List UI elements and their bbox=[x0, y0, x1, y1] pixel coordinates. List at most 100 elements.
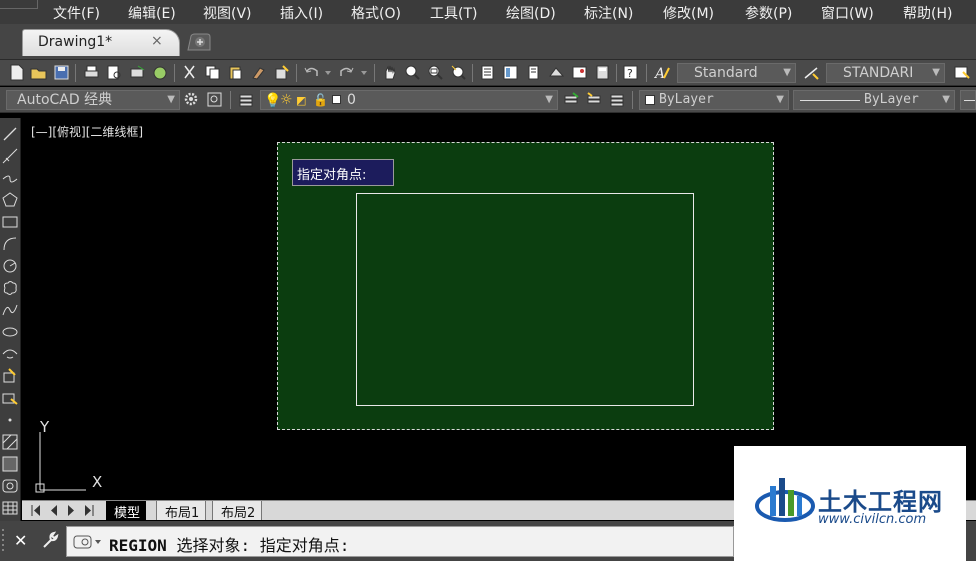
design-center-icon[interactable] bbox=[502, 64, 519, 81]
color-control-select[interactable]: ByLayer ▼ bbox=[639, 90, 789, 110]
new-file-icon[interactable] bbox=[8, 64, 25, 81]
spline-icon[interactable] bbox=[1, 301, 19, 319]
close-icon[interactable]: ✕ bbox=[14, 531, 27, 550]
viewport-controls-label[interactable]: [—][俯视][二维线框] bbox=[31, 123, 143, 140]
layer-properties-icon[interactable] bbox=[238, 91, 255, 108]
point-icon[interactable] bbox=[1, 411, 19, 429]
match-properties-icon[interactable] bbox=[250, 64, 267, 81]
redo-dropdown-icon[interactable] bbox=[356, 64, 373, 81]
tab-close-icon[interactable]: × bbox=[151, 33, 163, 49]
ellipse-icon[interactable] bbox=[1, 323, 19, 341]
dimension-style-icon[interactable] bbox=[803, 64, 820, 81]
toolbar-divider bbox=[75, 64, 76, 82]
menu-insert[interactable]: 插入(I) bbox=[280, 3, 323, 23]
menu-tools[interactable]: 工具(T) bbox=[430, 3, 477, 23]
cut-icon[interactable] bbox=[181, 64, 198, 81]
zoom-previous-icon[interactable] bbox=[450, 64, 467, 81]
undo-dropdown-icon[interactable] bbox=[320, 64, 337, 81]
tab-layout2[interactable]: 布局2 bbox=[212, 501, 263, 521]
drag-handle-icon[interactable] bbox=[0, 527, 6, 555]
text-style-icon[interactable]: A bbox=[654, 64, 671, 81]
rectangle-icon[interactable] bbox=[1, 213, 19, 231]
linetype-control-select[interactable]: ByLayer ▼ bbox=[793, 90, 955, 110]
dimension-style-select[interactable]: STANDARI ▼ bbox=[826, 63, 945, 83]
open-file-icon[interactable] bbox=[30, 64, 47, 81]
toolbar-divider bbox=[646, 64, 647, 82]
hatch-icon[interactable] bbox=[1, 433, 19, 451]
zoom-realtime-icon[interactable] bbox=[404, 64, 421, 81]
lineweight-control-select[interactable] bbox=[960, 90, 976, 110]
polygon-icon[interactable] bbox=[1, 191, 19, 209]
table-style-icon[interactable] bbox=[953, 64, 970, 81]
text-style-select[interactable]: Standard ▼ bbox=[677, 63, 796, 83]
civilcn-logo-icon bbox=[755, 478, 815, 522]
layer-state-icon[interactable] bbox=[609, 91, 626, 108]
rectangle-object[interactable] bbox=[356, 193, 694, 406]
print-icon[interactable] bbox=[83, 64, 100, 81]
copy-icon[interactable] bbox=[204, 64, 221, 81]
last-layout-icon[interactable] bbox=[83, 503, 96, 518]
first-layout-icon[interactable] bbox=[29, 503, 42, 518]
menu-file[interactable]: 文件(F) bbox=[53, 3, 100, 23]
menu-view[interactable]: 视图(V) bbox=[203, 3, 252, 23]
block-editor-icon[interactable] bbox=[273, 64, 290, 81]
publish-icon[interactable] bbox=[129, 64, 146, 81]
workspace-config-icon[interactable] bbox=[206, 91, 223, 108]
sheet-set-icon[interactable] bbox=[548, 64, 565, 81]
recent-commands-icon[interactable] bbox=[73, 533, 103, 551]
zoom-window-icon[interactable] bbox=[427, 64, 444, 81]
color-value: ByLayer bbox=[659, 92, 714, 107]
revision-cloud-icon[interactable] bbox=[1, 279, 19, 297]
markup-icon[interactable] bbox=[571, 64, 588, 81]
command-input[interactable]: REGION 选择对象: 指定对角点: bbox=[66, 526, 734, 557]
tab-layout1[interactable]: 布局1 bbox=[156, 501, 207, 521]
make-layer-current-icon[interactable] bbox=[563, 91, 580, 108]
previous-layout-icon[interactable] bbox=[47, 503, 60, 518]
save-icon[interactable] bbox=[53, 64, 70, 81]
help-icon[interactable]: ? bbox=[622, 64, 639, 81]
line-icon[interactable] bbox=[1, 125, 19, 143]
make-block-icon[interactable] bbox=[1, 389, 19, 407]
menu-format[interactable]: 格式(O) bbox=[351, 3, 401, 23]
calculator-icon[interactable] bbox=[594, 64, 611, 81]
insert-block-icon[interactable] bbox=[1, 367, 19, 385]
ellipse-arc-icon[interactable] bbox=[1, 345, 19, 363]
wrench-icon[interactable] bbox=[40, 530, 60, 550]
properties-icon[interactable] bbox=[479, 64, 496, 81]
gradient-icon[interactable] bbox=[1, 455, 19, 473]
menu-draw[interactable]: 绘图(D) bbox=[506, 3, 556, 23]
construction-line-icon[interactable] bbox=[1, 147, 19, 165]
tab-drawing1[interactable]: Drawing1* × bbox=[22, 29, 180, 56]
unlock-icon: 🔓 bbox=[313, 93, 328, 107]
menu-dimension[interactable]: 标注(N) bbox=[584, 3, 633, 23]
redo-icon[interactable] bbox=[338, 64, 355, 81]
menu-modify[interactable]: 修改(M) bbox=[663, 3, 714, 23]
next-layout-icon[interactable] bbox=[65, 503, 78, 518]
menu-parametric[interactable]: 参数(P) bbox=[745, 3, 792, 23]
paste-icon[interactable] bbox=[227, 64, 244, 81]
menu-window[interactable]: 窗口(W) bbox=[821, 3, 874, 23]
draw-toolbar bbox=[0, 118, 21, 521]
workspace-select[interactable]: AutoCAD 经典 ▼ bbox=[6, 90, 180, 110]
arc-icon[interactable] bbox=[1, 235, 19, 253]
chevron-down-icon: ▼ bbox=[942, 94, 950, 105]
workspace-settings-gear-icon[interactable] bbox=[183, 91, 200, 108]
menu-help[interactable]: 帮助(H) bbox=[903, 3, 952, 23]
print-preview-icon[interactable] bbox=[106, 64, 123, 81]
menu-edit[interactable]: 编辑(E) bbox=[128, 3, 176, 23]
3d-dwf-icon[interactable] bbox=[152, 64, 169, 81]
watermark-logo: 土木工程网 www.civilcn.com bbox=[734, 446, 966, 561]
pan-icon[interactable] bbox=[381, 64, 398, 81]
layer-previous-icon[interactable] bbox=[586, 91, 603, 108]
table-icon[interactable] bbox=[1, 499, 19, 517]
new-tab-button[interactable] bbox=[185, 32, 213, 52]
undo-icon[interactable] bbox=[303, 64, 320, 81]
tool-palettes-icon[interactable] bbox=[525, 64, 542, 81]
layer-select[interactable]: 💡 ☼ ◩ 🔓 0 ▼ bbox=[260, 90, 558, 110]
region-icon[interactable] bbox=[1, 477, 19, 495]
app-logo-area[interactable] bbox=[0, 0, 38, 9]
workspace-value: AutoCAD 经典 bbox=[17, 92, 113, 108]
circle-icon[interactable] bbox=[1, 257, 19, 275]
tab-model[interactable]: 模型 bbox=[106, 501, 147, 521]
polyline-icon[interactable] bbox=[1, 169, 19, 187]
